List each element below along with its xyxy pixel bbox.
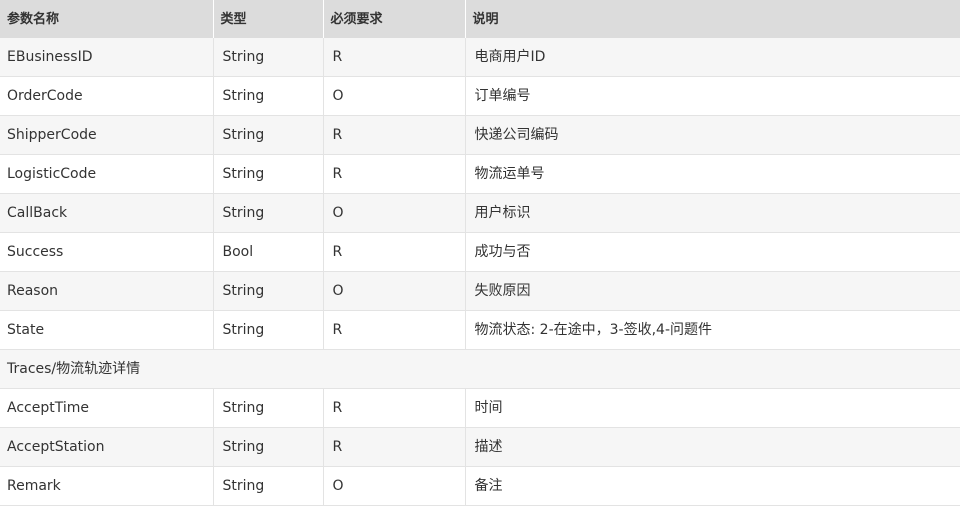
parameter-table: 参数名称 类型 必须要求 说明 EBusinessID String R 电商用…	[0, 0, 960, 506]
type-cell: String	[213, 466, 324, 506]
required-cell: R	[323, 115, 466, 155]
type-cell: String	[213, 76, 324, 116]
table-row: EBusinessID String R 电商用户ID	[0, 38, 960, 77]
description-cell: 订单编号	[465, 76, 960, 116]
required-cell: R	[323, 154, 466, 194]
type-cell: String	[213, 154, 324, 194]
param-name-cell: State	[0, 310, 214, 350]
param-name-cell: Reason	[0, 271, 214, 311]
table-row: AcceptStation String R 描述	[0, 427, 960, 467]
table-row: State String R 物流状态: 2-在途中，3-签收,4-问题件	[0, 310, 960, 350]
type-cell: String	[213, 38, 324, 77]
description-cell: 物流状态: 2-在途中，3-签收,4-问题件	[465, 310, 960, 350]
type-cell: String	[213, 427, 324, 467]
param-name-cell: Success	[0, 232, 214, 272]
table-row: Remark String O 备注	[0, 466, 960, 506]
required-cell: R	[323, 232, 466, 272]
description-cell: 描述	[465, 427, 960, 467]
description-cell: 物流运单号	[465, 154, 960, 194]
table-row: LogisticCode String R 物流运单号	[0, 154, 960, 194]
description-cell: 成功与否	[465, 232, 960, 272]
header-required: 必须要求	[323, 0, 466, 38]
type-cell: String	[213, 310, 324, 350]
type-cell: String	[213, 388, 324, 428]
table-row: Success Bool R 成功与否	[0, 232, 960, 272]
param-name-cell: CallBack	[0, 193, 214, 233]
description-cell: 电商用户ID	[465, 38, 960, 77]
table-row: ShipperCode String R 快递公司编码	[0, 115, 960, 155]
type-cell: Bool	[213, 232, 324, 272]
description-cell: 快递公司编码	[465, 115, 960, 155]
header-param-name: 参数名称	[0, 0, 214, 38]
required-cell: R	[323, 310, 466, 350]
description-cell: 用户标识	[465, 193, 960, 233]
required-cell: R	[323, 38, 466, 77]
table-row: AcceptTime String R 时间	[0, 388, 960, 428]
param-name-cell: ShipperCode	[0, 115, 214, 155]
table-section-row: Traces/物流轨迹详情	[0, 349, 960, 389]
required-cell: O	[323, 271, 466, 311]
section-label: Traces/物流轨迹详情	[0, 349, 960, 389]
header-type: 类型	[213, 0, 324, 38]
description-cell: 失败原因	[465, 271, 960, 311]
param-name-cell: LogisticCode	[0, 154, 214, 194]
table-header-row: 参数名称 类型 必须要求 说明	[0, 0, 960, 38]
param-name-cell: OrderCode	[0, 76, 214, 116]
required-cell: R	[323, 388, 466, 428]
required-cell: O	[323, 466, 466, 506]
type-cell: String	[213, 115, 324, 155]
param-name-cell: AcceptTime	[0, 388, 214, 428]
description-cell: 备注	[465, 466, 960, 506]
type-cell: String	[213, 271, 324, 311]
param-name-cell: AcceptStation	[0, 427, 214, 467]
header-description: 说明	[465, 0, 960, 38]
table-row: OrderCode String O 订单编号	[0, 76, 960, 116]
required-cell: R	[323, 427, 466, 467]
table-row: CallBack String O 用户标识	[0, 193, 960, 233]
description-cell: 时间	[465, 388, 960, 428]
param-name-cell: Remark	[0, 466, 214, 506]
required-cell: O	[323, 76, 466, 116]
required-cell: O	[323, 193, 466, 233]
table-row: Reason String O 失败原因	[0, 271, 960, 311]
param-name-cell: EBusinessID	[0, 38, 214, 77]
type-cell: String	[213, 193, 324, 233]
